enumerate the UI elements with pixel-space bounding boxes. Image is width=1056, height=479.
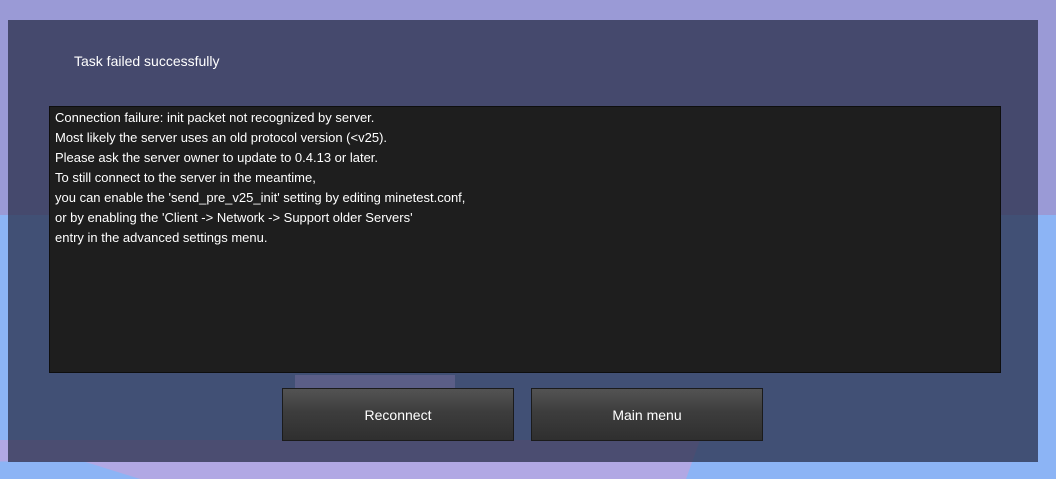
button-backdrop <box>295 375 455 388</box>
error-message-box[interactable]: Connection failure: init packet not reco… <box>49 106 1001 373</box>
dialog-title: Task failed successfully <box>74 53 220 69</box>
message-line: To still connect to the server in the me… <box>55 170 316 185</box>
message-line: entry in the advanced settings menu. <box>55 230 268 245</box>
main-menu-button[interactable]: Main menu <box>531 388 763 441</box>
game-background: Task failed successfully Connection fail… <box>0 0 1056 479</box>
message-line: Most likely the server uses an old proto… <box>55 130 388 145</box>
message-line: Connection failure: init packet not reco… <box>55 110 375 125</box>
connection-error-dialog: Task failed successfully Connection fail… <box>8 20 1038 462</box>
message-line: you can enable the 'send_pre_v25_init' s… <box>55 190 466 205</box>
message-line: or by enabling the 'Client -> Network ->… <box>55 210 413 225</box>
message-line: Please ask the server owner to update to… <box>55 150 379 165</box>
reconnect-button[interactable]: Reconnect <box>282 388 514 441</box>
